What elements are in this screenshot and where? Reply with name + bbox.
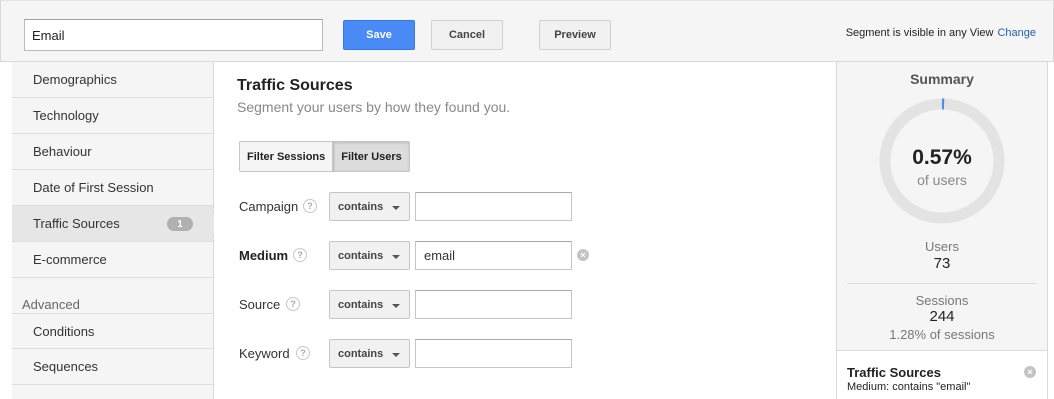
sidebar-item-label: Date of First Session	[33, 180, 154, 195]
sidebar-item-behaviour[interactable]: Behaviour	[12, 134, 213, 170]
sidebar-item-e-commerce[interactable]: E-commerce	[12, 242, 213, 278]
operator-value: contains	[338, 347, 384, 360]
sidebar-item-demographics[interactable]: Demographics	[12, 62, 213, 98]
medium-operator-select[interactable]: contains	[329, 241, 410, 270]
sidebar-item-label: Traffic Sources	[33, 216, 120, 231]
filter-sessions-button[interactable]: Filter Sessions	[240, 142, 334, 171]
users-value: 73	[933, 255, 951, 272]
keyword-operator-select[interactable]: contains	[329, 339, 410, 368]
keyword-row: Keyword ? contains	[239, 339, 639, 369]
change-visibility-link[interactable]: Change	[997, 27, 1036, 39]
filter-users-button[interactable]: Filter Users	[333, 142, 409, 171]
applied-condition: Traffic Sources Medium: contains "email"…	[837, 350, 1047, 399]
visibility-text: Segment is visible in any View	[845, 27, 994, 39]
page-title: Traffic Sources	[237, 77, 353, 94]
sessions-percent: 1.28% of sessions	[889, 327, 995, 342]
sidebar-item-label: Sequences	[33, 359, 99, 374]
sessions-label: Sessions	[915, 293, 969, 308]
keyword-label: Keyword	[239, 346, 290, 361]
sidebar-item-sequences[interactable]: Sequences	[12, 349, 213, 385]
clear-icon[interactable]: ×	[577, 249, 589, 261]
sidebar-item-label: Technology	[33, 108, 99, 123]
operator-value: contains	[338, 200, 384, 213]
summary-panel: Summary 0.57% of users Users 73 Sessions…	[836, 62, 1048, 399]
campaign-row: Campaign ? contains	[239, 192, 639, 222]
summary-title: Summary	[910, 71, 974, 87]
sidebar-item-traffic-sources[interactable]: Traffic Sources 1	[12, 206, 225, 242]
segment-percent-label: of users	[917, 172, 967, 188]
keyword-value-input[interactable]	[415, 339, 572, 368]
medium-value-input[interactable]	[415, 241, 572, 270]
source-operator-select[interactable]: contains	[329, 290, 410, 319]
segment-editor-header: Save Cancel Preview Segment is visible i…	[0, 0, 1054, 62]
medium-label: Medium	[239, 248, 289, 263]
help-icon[interactable]: ?	[286, 297, 300, 311]
chevron-down-icon	[392, 353, 400, 357]
visibility-notice: Segment is visible in any View Change	[846, 27, 1036, 39]
sidebar-item-label: Demographics	[33, 72, 117, 87]
help-icon[interactable]: ?	[296, 346, 310, 360]
segment-category-sidebar: Demographics Technology Behaviour Date o…	[12, 62, 225, 399]
advanced-heading: Advanced	[22, 297, 80, 312]
condition-title: Traffic Sources	[847, 365, 941, 380]
summary-divider	[847, 283, 1037, 284]
chevron-down-icon	[392, 206, 400, 210]
source-row: Source ? contains	[239, 290, 639, 320]
traffic-sources-panel: Traffic Sources Segment your users by ho…	[214, 62, 836, 399]
source-value-input[interactable]	[415, 290, 572, 319]
help-icon[interactable]: ?	[303, 199, 317, 213]
users-label: Users	[925, 239, 959, 254]
cancel-button[interactable]: Cancel	[431, 20, 503, 50]
condition-count-badge: 1	[167, 217, 193, 231]
save-button[interactable]: Save	[343, 20, 415, 50]
sidebar-item-conditions[interactable]: Conditions	[12, 313, 213, 349]
page-subtitle: Segment your users by how they found you…	[237, 99, 511, 115]
sidebar-item-date-of-first-session[interactable]: Date of First Session	[12, 170, 213, 206]
operator-value: contains	[338, 298, 384, 311]
preview-button[interactable]: Preview	[539, 20, 611, 50]
campaign-label: Campaign	[239, 199, 299, 214]
segment-percent: 0.57%	[912, 146, 972, 169]
condition-detail: Medium: contains "email"	[847, 381, 971, 393]
campaign-operator-select[interactable]: contains	[329, 192, 410, 221]
sidebar-item-label: Behaviour	[33, 144, 92, 159]
operator-value: contains	[338, 249, 384, 262]
segment-name-input[interactable]	[24, 19, 323, 51]
chevron-down-icon	[392, 304, 400, 308]
source-label: Source	[239, 297, 281, 312]
sidebar-item-label: E-commerce	[33, 252, 107, 267]
medium-row: Medium ? contains ×	[239, 241, 639, 271]
chevron-down-icon	[392, 255, 400, 259]
sidebar-item-technology[interactable]: Technology	[12, 98, 213, 134]
campaign-value-input[interactable]	[415, 192, 572, 221]
filter-scope-toggle: Filter Sessions Filter Users	[239, 141, 410, 172]
help-icon[interactable]: ?	[293, 248, 307, 262]
sidebar-item-label: Conditions	[33, 323, 95, 339]
remove-condition-icon[interactable]: ×	[1024, 366, 1036, 378]
sessions-value: 244	[929, 308, 955, 325]
